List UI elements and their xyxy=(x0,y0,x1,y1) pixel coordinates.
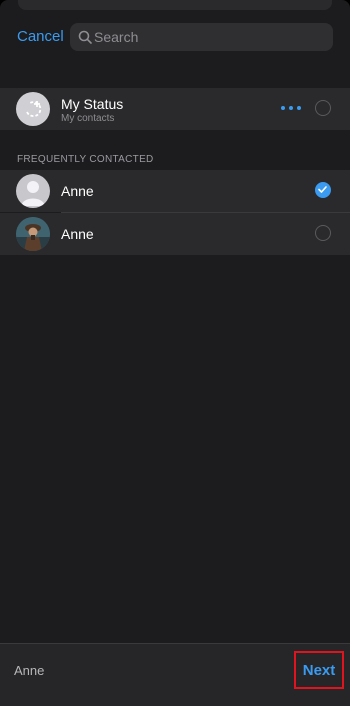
status-icon xyxy=(16,92,50,126)
search-bar[interactable] xyxy=(70,23,333,51)
more-options-icon[interactable] xyxy=(281,106,301,110)
footer-bar: Anne Next xyxy=(0,643,350,706)
contact-name: Anne xyxy=(61,183,94,199)
contact-checkbox[interactable] xyxy=(315,225,331,241)
search-input[interactable] xyxy=(94,23,324,51)
contact-row[interactable]: Anne xyxy=(0,170,350,212)
my-status-subtitle: My contacts xyxy=(61,113,115,124)
share-sheet: Cancel My Status My contacts FREQUENTLY … xyxy=(0,0,350,706)
contact-checkbox-checked[interactable] xyxy=(315,182,331,198)
contact-row[interactable]: Anne xyxy=(0,213,350,255)
photo-avatar xyxy=(16,217,50,251)
person-avatar-icon xyxy=(16,174,50,208)
sheet-top-edge xyxy=(18,0,332,10)
selected-contacts-summary: Anne xyxy=(14,663,45,678)
header: Cancel xyxy=(0,18,350,56)
search-icon xyxy=(78,30,92,44)
section-header: FREQUENTLY CONTACTED xyxy=(17,154,154,165)
cancel-button[interactable]: Cancel xyxy=(17,28,64,45)
my-status-row[interactable]: My Status My contacts xyxy=(0,88,350,130)
next-button[interactable]: Next xyxy=(294,651,344,689)
my-status-title: My Status xyxy=(61,96,124,112)
my-status-checkbox[interactable] xyxy=(315,100,331,116)
contact-name: Anne xyxy=(61,226,94,242)
